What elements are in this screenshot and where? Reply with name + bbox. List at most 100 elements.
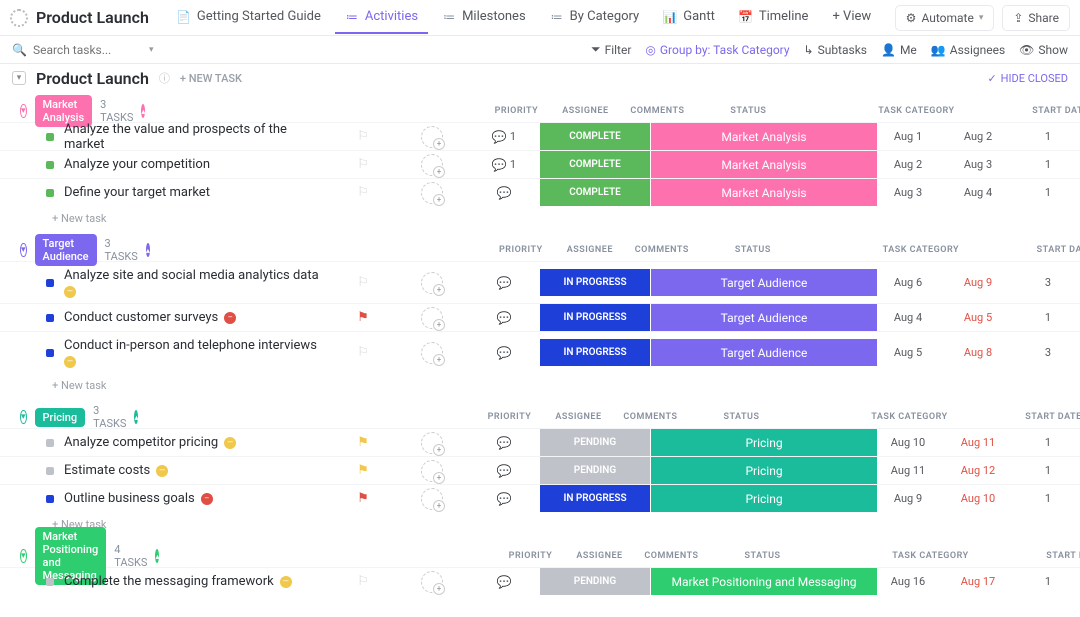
task-row[interactable]: Outline business goals – ⚑ 💬 IN PROGRESS… bbox=[0, 484, 1080, 512]
task-name[interactable]: Estimate costs — bbox=[64, 463, 330, 478]
info-icon[interactable]: ⓘ bbox=[159, 70, 170, 86]
status-cell[interactable]: COMPLETE bbox=[540, 151, 650, 178]
assignee-button[interactable] bbox=[396, 488, 468, 510]
task-row[interactable]: Analyze your competition ⚐ 💬1 COMPLETE M… bbox=[0, 150, 1080, 178]
group-toggle-icon[interactable]: ▴ bbox=[146, 243, 150, 257]
comments-button[interactable]: 💬 bbox=[468, 276, 540, 290]
add-task-button[interactable]: + New task bbox=[0, 373, 1080, 398]
start-date[interactable]: Aug 9 bbox=[877, 492, 939, 505]
assignee-button[interactable] bbox=[396, 182, 468, 204]
group-collapse-button[interactable]: ▾ bbox=[20, 549, 27, 563]
task-name[interactable]: Analyze site and social media analytics … bbox=[64, 268, 330, 298]
assignee-button[interactable] bbox=[396, 432, 468, 454]
status-cell[interactable]: PENDING bbox=[540, 429, 650, 456]
group-toggle-icon[interactable]: ▴ bbox=[155, 549, 159, 563]
task-name[interactable]: Outline business goals – bbox=[64, 491, 330, 506]
task-row[interactable]: Conduct customer surveys – ⚑ 💬 IN PROGRE… bbox=[0, 303, 1080, 331]
status-cell[interactable]: COMPLETE bbox=[540, 179, 650, 206]
group-collapse-button[interactable]: ▾ bbox=[20, 410, 27, 424]
tab-activities[interactable]: ≔Activities bbox=[335, 1, 428, 34]
priority-flag[interactable]: ⚑ bbox=[330, 310, 396, 325]
start-date[interactable]: Aug 2 bbox=[877, 158, 939, 171]
priority-flag[interactable]: ⚑ bbox=[330, 491, 396, 506]
category-cell[interactable]: Pricing bbox=[651, 429, 877, 456]
comments-button[interactable]: 💬 bbox=[468, 186, 540, 200]
status-cell[interactable]: IN PROGRESS bbox=[540, 304, 650, 331]
task-row[interactable]: Define your target market ⚐ 💬 COMPLETE M… bbox=[0, 178, 1080, 206]
priority-flag[interactable]: ⚐ bbox=[330, 574, 396, 589]
category-cell[interactable]: Market Positioning and Messaging bbox=[651, 568, 877, 595]
priority-flag[interactable]: ⚐ bbox=[330, 185, 396, 200]
search-input[interactable]: 🔍 ▾ bbox=[12, 43, 172, 57]
comments-button[interactable]: 💬 bbox=[468, 492, 540, 506]
tab-getting-started[interactable]: 📄Getting Started Guide bbox=[167, 1, 331, 34]
chevron-down-icon[interactable]: ▾ bbox=[149, 45, 154, 55]
priority-flag[interactable]: ⚐ bbox=[330, 129, 396, 144]
start-date[interactable]: Aug 11 bbox=[877, 464, 939, 477]
due-date[interactable]: Aug 4 bbox=[939, 186, 1017, 199]
collapse-list-button[interactable]: ▾ bbox=[12, 71, 26, 85]
status-cell[interactable]: COMPLETE bbox=[540, 123, 650, 150]
start-date[interactable]: Aug 5 bbox=[877, 346, 939, 359]
assignee-button[interactable] bbox=[396, 272, 468, 294]
category-cell[interactable]: Target Audience bbox=[651, 304, 877, 331]
priority-flag[interactable]: ⚑ bbox=[330, 435, 396, 450]
category-cell[interactable]: Target Audience bbox=[651, 339, 877, 366]
task-name[interactable]: Analyze your competition bbox=[64, 157, 330, 172]
comments-button[interactable]: 💬 bbox=[468, 311, 540, 325]
task-name[interactable]: Define your target market bbox=[64, 185, 330, 200]
assignee-button[interactable] bbox=[396, 342, 468, 364]
tab-by-category[interactable]: ≔By Category bbox=[540, 1, 650, 34]
add-view-button[interactable]: + View bbox=[822, 1, 881, 34]
comments-button[interactable]: 💬 bbox=[468, 575, 540, 589]
group-by-button[interactable]: ◎Group by: Task Category bbox=[645, 43, 789, 57]
task-name[interactable]: Conduct customer surveys – bbox=[64, 310, 330, 325]
assignee-button[interactable] bbox=[396, 571, 468, 593]
subtasks-button[interactable]: ↳Subtasks bbox=[804, 43, 867, 57]
filter-button[interactable]: ⏷Filter bbox=[591, 42, 631, 57]
tab-timeline[interactable]: 📅Timeline bbox=[729, 1, 819, 34]
tab-milestones[interactable]: ≔Milestones bbox=[432, 1, 536, 34]
task-row[interactable]: Estimate costs — ⚑ 💬 PENDING Pricing Aug… bbox=[0, 456, 1080, 484]
add-task-button[interactable]: + New task bbox=[0, 206, 1080, 231]
app-logo[interactable] bbox=[10, 9, 28, 27]
category-cell[interactable]: Market Analysis bbox=[651, 123, 877, 150]
due-date[interactable]: Aug 9 bbox=[939, 276, 1017, 289]
group-collapse-button[interactable]: ▾ bbox=[20, 104, 27, 118]
assignees-button[interactable]: 👥Assignees bbox=[931, 43, 1005, 57]
hide-closed-button[interactable]: ✓HIDE CLOSED bbox=[987, 72, 1068, 85]
status-cell[interactable]: IN PROGRESS bbox=[540, 485, 650, 512]
tab-gantt[interactable]: 📊Gantt bbox=[653, 1, 725, 34]
due-date[interactable]: Aug 2 bbox=[939, 130, 1017, 143]
category-cell[interactable]: Market Analysis bbox=[651, 151, 877, 178]
start-date[interactable]: Aug 6 bbox=[877, 276, 939, 289]
start-date[interactable]: Aug 3 bbox=[877, 186, 939, 199]
start-date[interactable]: Aug 10 bbox=[877, 436, 939, 449]
start-date[interactable]: Aug 1 bbox=[877, 130, 939, 143]
priority-flag[interactable]: ⚐ bbox=[330, 157, 396, 172]
due-date[interactable]: Aug 5 bbox=[939, 311, 1017, 324]
task-row[interactable]: Complete the messaging framework — ⚐ 💬 P… bbox=[0, 567, 1080, 595]
status-cell[interactable]: PENDING bbox=[540, 457, 650, 484]
priority-flag[interactable]: ⚐ bbox=[330, 275, 396, 290]
category-cell[interactable]: Pricing bbox=[651, 485, 877, 512]
comments-button[interactable]: 💬1 bbox=[468, 158, 540, 172]
priority-flag[interactable]: ⚐ bbox=[330, 345, 396, 360]
comments-button[interactable]: 💬1 bbox=[468, 130, 540, 144]
start-date[interactable]: Aug 16 bbox=[877, 575, 939, 588]
status-cell[interactable]: IN PROGRESS bbox=[540, 269, 650, 296]
due-date[interactable]: Aug 8 bbox=[939, 346, 1017, 359]
status-cell[interactable]: PENDING bbox=[540, 568, 650, 595]
comments-button[interactable]: 💬 bbox=[468, 464, 540, 478]
due-date[interactable]: Aug 17 bbox=[939, 575, 1017, 588]
automate-button[interactable]: ⚙Automate▾ bbox=[895, 5, 995, 31]
comments-button[interactable]: 💬 bbox=[468, 346, 540, 360]
assignee-button[interactable] bbox=[396, 460, 468, 482]
group-toggle-icon[interactable]: ▴ bbox=[134, 410, 138, 424]
comments-button[interactable]: 💬 bbox=[468, 436, 540, 450]
share-button[interactable]: ⇪Share bbox=[1002, 5, 1070, 31]
status-cell[interactable]: IN PROGRESS bbox=[540, 339, 650, 366]
due-date[interactable]: Aug 11 bbox=[939, 436, 1017, 449]
me-button[interactable]: 👤Me bbox=[881, 43, 917, 57]
show-button[interactable]: 👁Show bbox=[1019, 43, 1068, 57]
